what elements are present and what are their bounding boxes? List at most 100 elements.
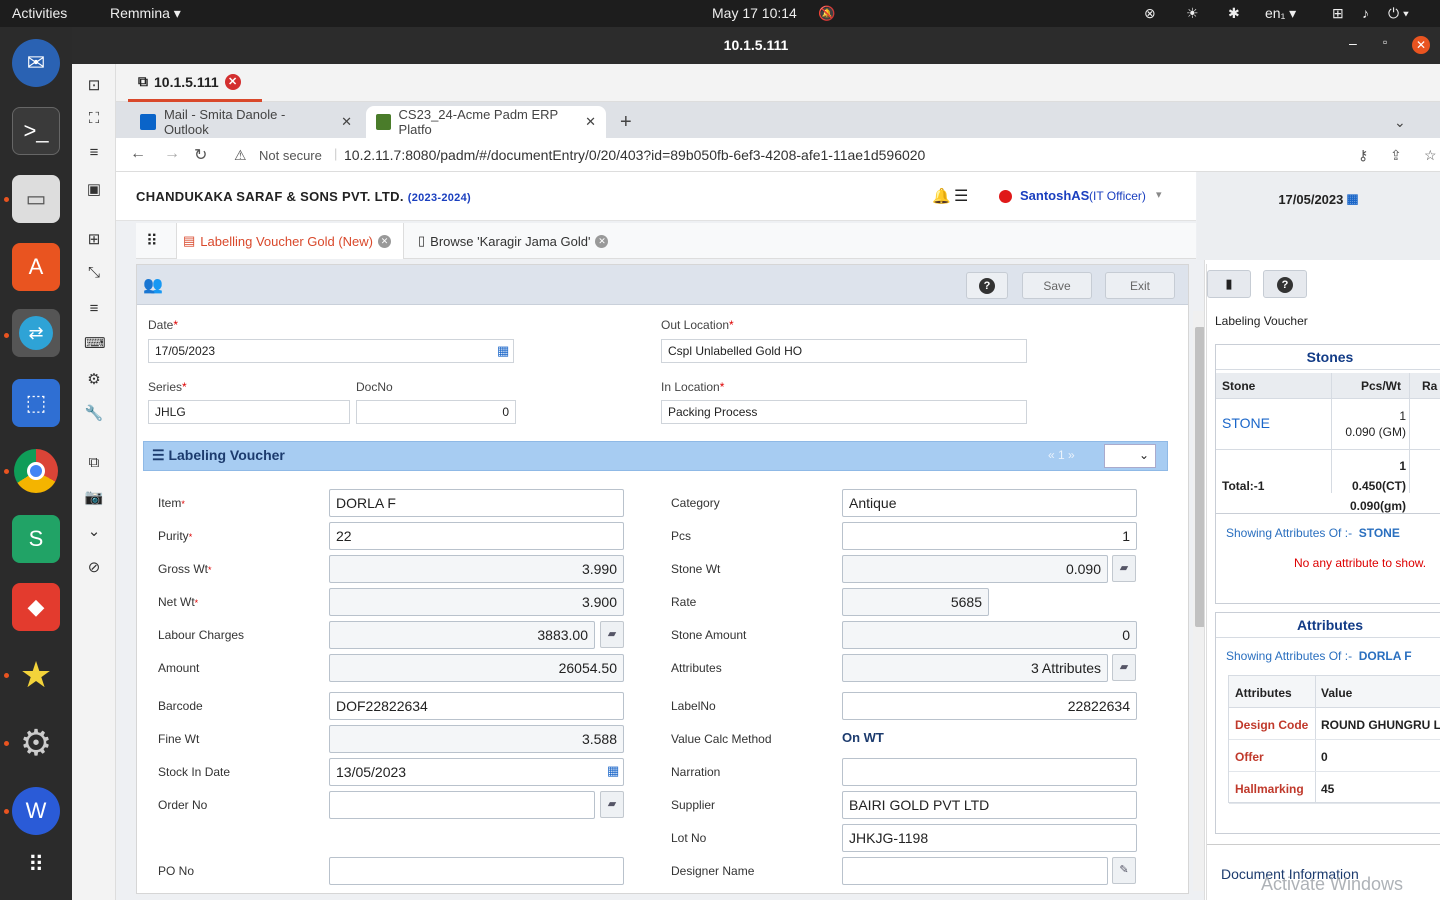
series-field[interactable]: JHLG xyxy=(148,400,350,424)
close-tab-icon[interactable]: ✕ xyxy=(378,234,392,248)
chevron-down-icon[interactable]: ▾ xyxy=(1156,188,1162,201)
field-net-wt[interactable]: 3.900 xyxy=(329,588,624,616)
network-icon[interactable]: ⊞ xyxy=(1332,5,1344,22)
terminal-icon[interactable]: >_ xyxy=(12,107,60,155)
field-supplier[interactable]: BAIRI GOLD PVT LTD xyxy=(842,791,1137,819)
page-size-select[interactable]: ⌄ xyxy=(1104,444,1156,468)
book-button[interactable]: ▮ xyxy=(1207,270,1251,298)
docno-field[interactable]: 0 xyxy=(356,400,516,424)
volume-icon[interactable]: ♪ xyxy=(1362,5,1369,21)
in-location-field[interactable]: Packing Process xyxy=(661,400,1027,424)
remmina-app-menu[interactable]: Remmina ▾ xyxy=(110,5,181,22)
field-order-no[interactable] xyxy=(329,791,595,819)
save-button[interactable]: Save xyxy=(1022,272,1092,299)
not-secure-label[interactable]: Not secure xyxy=(259,148,322,163)
calendar-icon[interactable]: ▦ xyxy=(607,763,619,779)
remmina-icon[interactable]: ⇄ xyxy=(12,309,60,357)
out-location-field[interactable]: Cspl Unlabelled Gold HO xyxy=(661,339,1027,363)
bookmark-star-icon[interactable]: ☆ xyxy=(1424,147,1437,164)
field-item[interactable]: DORLA F xyxy=(329,489,624,517)
field-designer-name[interactable] xyxy=(842,857,1108,885)
field-lot-no[interactable]: JHKJG-1198 xyxy=(842,824,1137,852)
thunderbird-icon[interactable]: ✉ xyxy=(12,39,60,87)
tab-browse-karagir[interactable]: ▯ Browse 'Karagir Jama Gold' ✕ xyxy=(418,223,609,259)
field-fine-wt[interactable]: 3.588 xyxy=(329,725,624,753)
field-po-no[interactable] xyxy=(329,857,624,885)
preferences-icon[interactable]: ⚙ xyxy=(84,370,104,390)
fit-icon[interactable]: ⤡ xyxy=(84,264,104,284)
calendar-icon[interactable]: ▦ xyxy=(497,343,509,359)
settings-icon[interactable]: ⚙ xyxy=(12,719,60,767)
new-tab-button[interactable]: + xyxy=(610,106,642,138)
share-icon[interactable]: ⇪ xyxy=(1390,147,1402,164)
wps-icon[interactable]: W xyxy=(12,787,60,835)
activities-button[interactable]: Activities xyxy=(12,5,67,21)
resize-icon[interactable]: ⊡ xyxy=(84,76,104,96)
user-name[interactable]: SantoshAS xyxy=(1020,188,1089,203)
disconnect-icon[interactable]: ⊘ xyxy=(84,558,104,578)
remmina-tab[interactable]: ⧉ 10.1.5.111 ✕ xyxy=(128,64,262,102)
field-narration[interactable] xyxy=(842,758,1137,786)
screenshot-icon[interactable]: ⬚ xyxy=(12,379,60,427)
field-barcode[interactable]: DOF22822634 xyxy=(329,692,624,720)
chevron-down-icon[interactable]: ⌄ xyxy=(84,522,104,542)
close-icon[interactable]: ✕ xyxy=(341,114,352,130)
warning-icon[interactable]: ⚠ xyxy=(234,147,247,164)
maximize-icon[interactable]: ▫ xyxy=(1383,35,1387,49)
field-rate[interactable]: 5685 xyxy=(842,588,989,616)
list-icon[interactable]: ☰ xyxy=(954,186,968,206)
field-stone-amount[interactable]: 0 xyxy=(842,621,1137,649)
pager[interactable]: « 1 » xyxy=(1048,448,1075,462)
browser-tab-erp[interactable]: CS23_24-Acme Padm ERP Platfo ✕ xyxy=(366,106,606,138)
close-tab-icon[interactable]: ✕ xyxy=(595,234,609,248)
tools-icon[interactable]: 🔧 xyxy=(84,404,104,424)
field-labour-charges[interactable]: 3883.00 xyxy=(329,621,595,649)
chrome-icon[interactable] xyxy=(12,447,60,495)
list-icon[interactable]: ≡ xyxy=(84,300,104,320)
close-icon[interactable]: ✕ xyxy=(585,114,596,130)
tab-search-icon[interactable]: ⌄ xyxy=(1384,106,1416,138)
scale-icon[interactable]: ⊞ xyxy=(84,230,104,250)
field-category[interactable]: Antique xyxy=(842,489,1137,517)
power-icon[interactable]: ⏻ ▾ xyxy=(1388,5,1409,22)
clock[interactable]: May 17 10:14 xyxy=(712,5,797,21)
close-tab-icon[interactable]: ✕ xyxy=(224,73,241,90)
field-gross-wt[interactable]: 3.990 xyxy=(329,555,624,583)
folder-icon[interactable]: ▰ xyxy=(1112,555,1136,582)
folder-icon[interactable]: ▰ xyxy=(1112,654,1136,681)
favorite-star-icon[interactable]: ★ xyxy=(12,651,60,699)
date-box[interactable]: 17/05/2023 ▦ xyxy=(1197,172,1440,226)
key-icon[interactable]: ⚷ xyxy=(1358,147,1368,164)
camera-icon[interactable]: 📷 xyxy=(84,488,104,508)
reload-icon[interactable]: ↻ xyxy=(194,145,207,165)
window-icon[interactable]: ▣ xyxy=(84,180,104,200)
help-button[interactable]: ? xyxy=(966,272,1008,299)
browser-tab-outlook[interactable]: Mail - Smita Danole - Outlook ✕ xyxy=(130,106,362,138)
folder-icon[interactable]: ▰ xyxy=(600,791,624,818)
date-field[interactable]: 17/05/2023 xyxy=(148,339,514,363)
bell-icon[interactable]: 🔔 xyxy=(932,187,951,205)
exit-button[interactable]: Exit xyxy=(1105,272,1175,299)
duplicate-icon[interactable]: ⧉ xyxy=(84,454,104,474)
field-amount[interactable]: 26054.50 xyxy=(329,654,624,682)
help-button[interactable]: ? xyxy=(1263,270,1307,298)
grid-menu-icon[interactable]: ⠿ xyxy=(146,223,158,259)
url-field[interactable]: 10.2.11.7:8080/padm/#/documentEntry/0/20… xyxy=(344,147,925,163)
anydesk-icon[interactable]: ◆ xyxy=(12,583,60,631)
minimize-icon[interactable]: – xyxy=(1349,35,1357,51)
fullscreen-icon[interactable]: ⛶ xyxy=(84,110,104,130)
stone-link[interactable]: STONE xyxy=(1222,415,1270,431)
app-grid-icon[interactable]: ⠿ xyxy=(12,841,60,889)
forward-icon[interactable]: → xyxy=(164,145,180,163)
back-icon[interactable]: ← xyxy=(130,145,146,163)
remmina-tray-icon[interactable]: ⊗ xyxy=(1144,5,1156,22)
edit-icon[interactable]: ✎ xyxy=(1112,857,1136,884)
bluetooth-icon[interactable]: ✱ xyxy=(1228,5,1240,22)
field-labelno[interactable]: 22822634 xyxy=(842,692,1137,720)
field-purity[interactable]: 22 xyxy=(329,522,624,550)
weather-icon[interactable]: ☀ xyxy=(1186,5,1199,22)
close-icon[interactable]: ✕ xyxy=(1412,36,1430,54)
language-menu[interactable]: en₁ ▾ xyxy=(1265,5,1296,22)
menu-icon[interactable]: ≡ xyxy=(84,144,104,164)
files-icon[interactable]: ▭ xyxy=(12,175,60,223)
